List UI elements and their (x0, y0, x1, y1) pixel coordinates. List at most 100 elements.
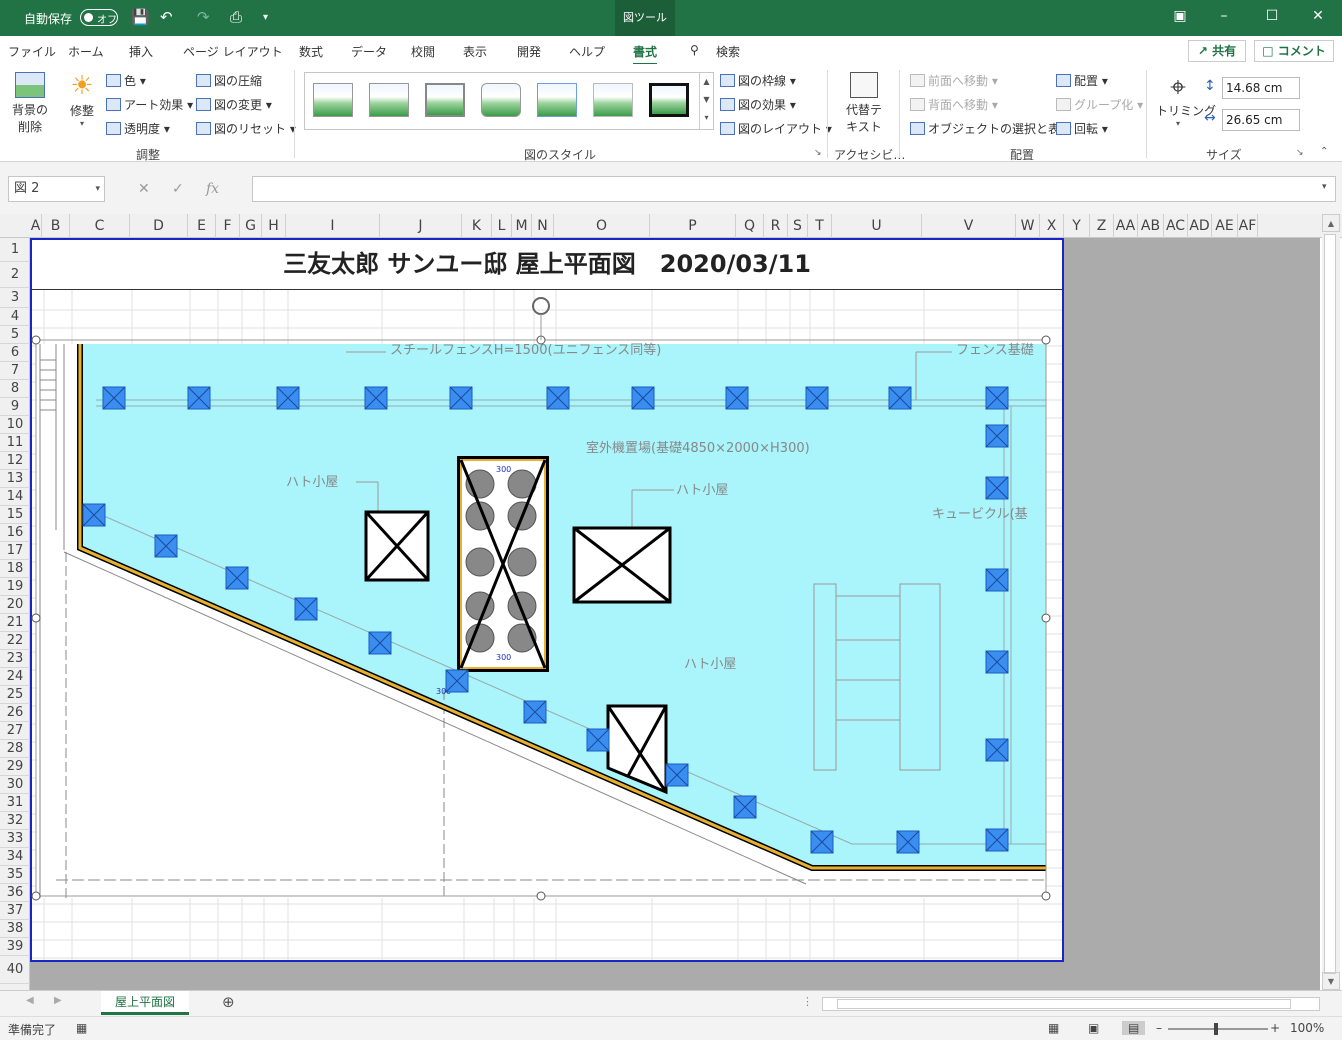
tab-formulas[interactable]: 数式 (299, 43, 323, 60)
column-header[interactable]: Y (1064, 214, 1090, 238)
change-picture-button[interactable]: 図の変更 ▾ (196, 96, 272, 113)
sheet-title[interactable]: 三友太郎 サンユー邸 屋上平面図 2020/03/11 (32, 240, 1062, 290)
ribbon-display-icon[interactable]: ▣ (1170, 8, 1190, 28)
group-button[interactable]: グループ化 ▾ (1056, 96, 1143, 113)
cancel-icon[interactable]: ✕ (138, 181, 150, 197)
undo-icon[interactable]: ↶ (160, 8, 173, 26)
column-header[interactable]: A (30, 214, 42, 238)
column-header[interactable]: J (380, 214, 462, 238)
gallery-scroll[interactable]: ▲ ▼ ▾ (699, 73, 713, 129)
column-header[interactable]: Q (736, 214, 764, 238)
tab-review[interactable]: 校閲 (411, 43, 435, 60)
row-header[interactable]: 5 (0, 326, 30, 344)
page-break-view-icon[interactable]: ▤ (1122, 1021, 1146, 1035)
row-header[interactable]: 8 (0, 380, 30, 398)
column-header[interactable]: G (240, 214, 262, 238)
minimize-icon[interactable]: – (1214, 8, 1234, 28)
column-header[interactable]: W (1016, 214, 1040, 238)
redo-icon[interactable]: ↷ (197, 8, 210, 26)
search-label[interactable]: 検索 (716, 43, 740, 60)
styles-launcher-icon[interactable]: ↘ (814, 148, 822, 158)
row-header[interactable]: 23 (0, 650, 30, 668)
row-header[interactable]: 32 (0, 812, 30, 830)
row-header[interactable]: 1 (0, 238, 30, 262)
maximize-icon[interactable]: ☐ (1262, 8, 1282, 28)
style-thumb-6[interactable] (593, 83, 633, 117)
row-header[interactable]: 39 (0, 938, 30, 956)
style-thumb-7[interactable] (649, 83, 689, 117)
save-icon[interactable]: 💾 (131, 8, 150, 26)
tab-file[interactable]: ファイル (8, 43, 56, 60)
customize-qat-icon[interactable]: ▾ (263, 12, 268, 23)
remove-background-button[interactable]: 背景の 削除 (8, 72, 52, 136)
crop-button[interactable]: ⌖ トリミング ▾ (1156, 72, 1216, 136)
tab-home[interactable]: ホーム (68, 43, 104, 60)
color-button[interactable]: 色 ▾ (106, 72, 146, 89)
row-header[interactable]: 16 (0, 524, 30, 542)
floor-plan-picture[interactable]: スチールフェンスH=1500(ユニフェンス同等) フェンス基礎 室外機置場(基礎… (31, 297, 1056, 908)
picture-border-button[interactable]: 図の枠線 ▾ (720, 72, 796, 89)
column-header[interactable]: AD (1188, 214, 1212, 238)
bring-forward-button[interactable]: 前面へ移動 ▾ (910, 72, 998, 89)
column-header[interactable]: O (554, 214, 650, 238)
column-header[interactable]: AA (1114, 214, 1138, 238)
row-header[interactable]: 7 (0, 362, 30, 380)
row-header[interactable]: 15 (0, 506, 30, 524)
column-header[interactable]: AC (1164, 214, 1188, 238)
column-header[interactable]: L (492, 214, 512, 238)
column-header[interactable]: B (42, 214, 70, 238)
compress-pictures-button[interactable]: 図の圧縮 (196, 72, 262, 89)
add-sheet-icon[interactable]: ⊕ (222, 993, 235, 1011)
formula-input[interactable] (252, 176, 1336, 202)
worksheet[interactable]: 三友太郎 サンユー邸 屋上平面図 2020/03/11 スチールフェンスH=15… (30, 238, 1320, 990)
row-header[interactable]: 12 (0, 452, 30, 470)
column-header[interactable]: D (130, 214, 188, 238)
row-header[interactable]: 37 (0, 902, 30, 920)
column-header[interactable]: S (788, 214, 808, 238)
row-header[interactable]: 31 (0, 794, 30, 812)
artistic-effects-button[interactable]: アート効果 ▾ (106, 96, 193, 113)
rotate-button[interactable]: 回転 ▾ (1056, 120, 1108, 137)
style-thumb-2[interactable] (369, 83, 409, 117)
column-header[interactable]: T (808, 214, 832, 238)
column-header[interactable]: AB (1138, 214, 1164, 238)
column-header[interactable]: K (462, 214, 492, 238)
style-thumb-5[interactable] (537, 83, 577, 117)
column-header[interactable]: M (512, 214, 532, 238)
column-header[interactable]: P (650, 214, 736, 238)
share-button[interactable]: ↗ 共有 (1188, 40, 1246, 62)
zoom-in-icon[interactable]: + (1270, 1021, 1280, 1035)
row-header[interactable]: 21 (0, 614, 30, 632)
search-icon[interactable]: ⚲ (690, 43, 699, 57)
column-header[interactable]: V (922, 214, 1016, 238)
column-header[interactable]: N (532, 214, 554, 238)
autosave-toggle[interactable]: オフ (80, 9, 118, 26)
picture-layout-button[interactable]: 図のレイアウト ▾ (720, 120, 832, 137)
row-header[interactable]: 13 (0, 470, 30, 488)
close-icon[interactable]: ✕ (1308, 8, 1328, 28)
selection-pane-button[interactable]: オブジェクトの選択と表示 (910, 120, 1072, 137)
page-layout-view-icon[interactable]: ▣ (1088, 1021, 1099, 1035)
row-header[interactable]: 34 (0, 848, 30, 866)
collapse-ribbon-icon[interactable]: ⌃ (1320, 146, 1328, 157)
row-header[interactable]: 24 (0, 668, 30, 686)
horizontal-scrollbar[interactable] (822, 997, 1320, 1011)
row-header[interactable]: 35 (0, 866, 30, 884)
reset-picture-button[interactable]: 図のリセット ▾ (196, 120, 296, 137)
style-thumb-4[interactable] (481, 83, 521, 117)
corrections-button[interactable]: ☀ 修整 ▾ (64, 72, 100, 136)
tab-split-icon[interactable]: ⋮ (802, 995, 813, 1008)
row-header[interactable]: 30 (0, 776, 30, 794)
zoom-slider[interactable] (1168, 1023, 1268, 1035)
column-header[interactable]: R (764, 214, 788, 238)
normal-view-icon[interactable]: ▦ (1048, 1021, 1059, 1035)
row-header[interactable]: 26 (0, 704, 30, 722)
tab-insert[interactable]: 挿入 (129, 43, 153, 60)
transparency-button[interactable]: 透明度 ▾ (106, 120, 170, 137)
sheet-tab-roof-plan[interactable]: 屋上平面図 (101, 991, 189, 1015)
tab-view[interactable]: 表示 (463, 43, 487, 60)
row-header[interactable]: 29 (0, 758, 30, 776)
picture-effects-button[interactable]: 図の効果 ▾ (720, 96, 796, 113)
row-header[interactable]: 25 (0, 686, 30, 704)
send-backward-button[interactable]: 背面へ移動 ▾ (910, 96, 998, 113)
